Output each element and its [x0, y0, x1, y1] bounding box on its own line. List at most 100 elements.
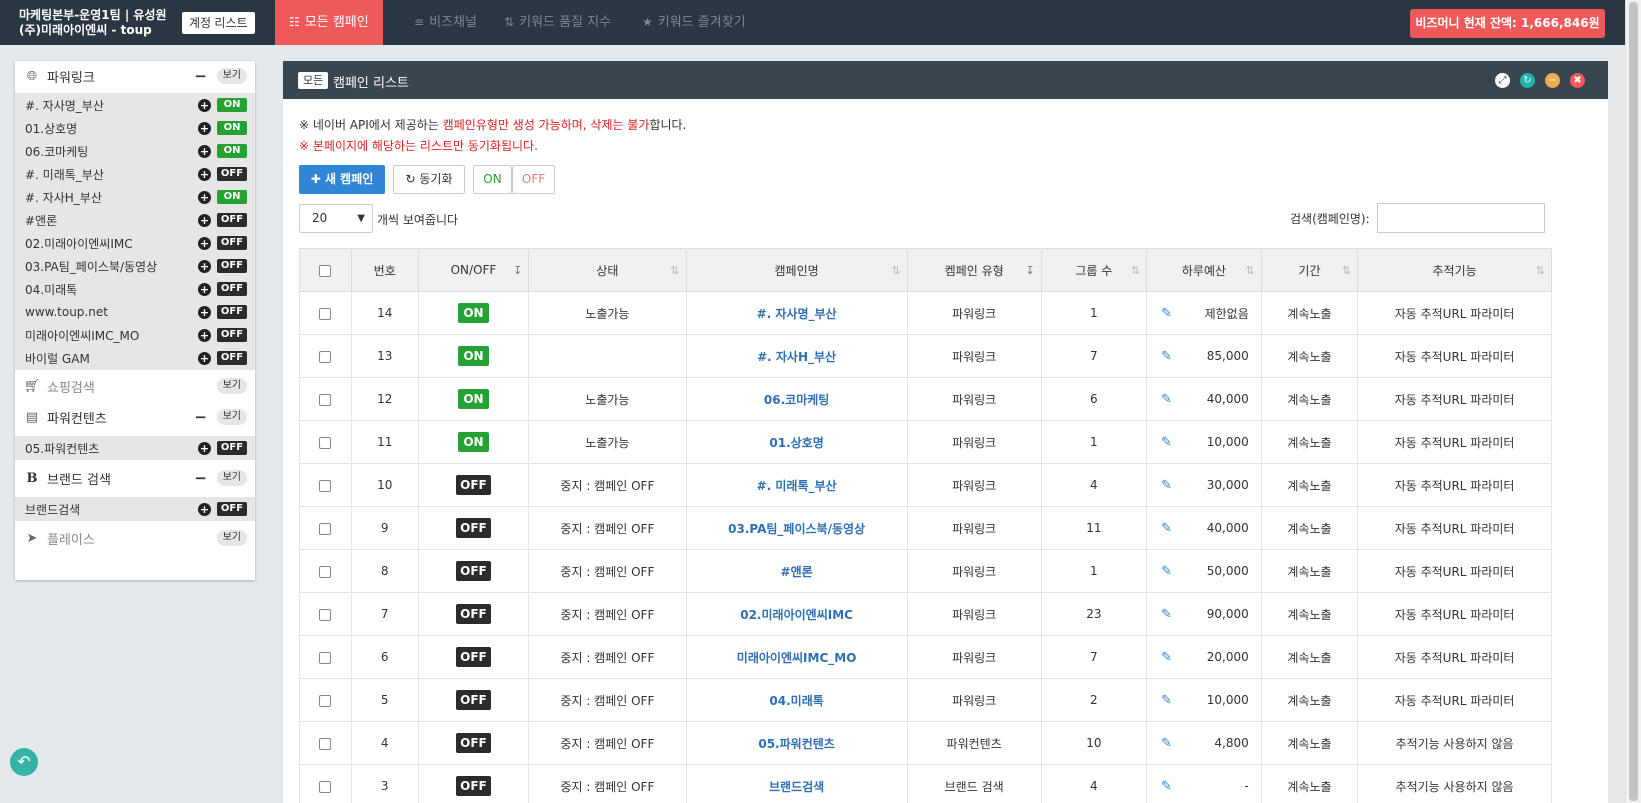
- off-toggle[interactable]: OFF: [217, 282, 247, 296]
- sidebar-campaign-item[interactable]: #. 자사명_부산 + ON: [15, 93, 255, 117]
- plus-circle-icon[interactable]: +: [198, 259, 211, 273]
- campaign-link[interactable]: 02.미래아이엔씨IMC: [740, 608, 853, 622]
- on-toggle[interactable]: ON: [217, 121, 247, 135]
- sidebar-campaign-item[interactable]: 브랜드검색 + OFF: [15, 497, 255, 521]
- column-header[interactable]: 기간 ⇅: [1260, 248, 1359, 292]
- sidebar-group-powercontents[interactable]: ▤ 파워컨텐츠 − 보기: [15, 402, 255, 432]
- off-toggle[interactable]: OFF: [217, 236, 247, 250]
- on-toggle[interactable]: ON: [457, 432, 489, 452]
- sidebar-campaign-item[interactable]: www.toup.net + OFF: [15, 300, 255, 324]
- off-toggle[interactable]: OFF: [217, 502, 247, 516]
- plus-circle-icon[interactable]: +: [198, 282, 211, 296]
- campaign-link[interactable]: 브랜드검색: [769, 780, 824, 794]
- sidebar-campaign-item[interactable]: #앤론 + OFF: [15, 208, 255, 232]
- bulk-off-button[interactable]: OFF: [512, 165, 555, 194]
- sidebar-campaign-item[interactable]: 01.상호명 + ON: [15, 116, 255, 140]
- edit-icon[interactable]: ✎: [1161, 478, 1172, 493]
- bulk-on-button[interactable]: ON: [473, 165, 512, 194]
- plus-circle-icon[interactable]: +: [198, 190, 211, 204]
- column-header[interactable]: 하루예산 ⇅: [1146, 248, 1262, 292]
- close-icon[interactable]: ✖: [1570, 73, 1585, 88]
- on-toggle[interactable]: ON: [457, 346, 489, 366]
- campaign-link[interactable]: #. 미래톡_부산: [757, 479, 837, 493]
- row-checkbox[interactable]: [319, 608, 332, 621]
- sync-button[interactable]: ↻ 동기화: [393, 165, 465, 194]
- row-checkbox[interactable]: [319, 307, 332, 320]
- plus-circle-icon[interactable]: +: [198, 502, 211, 516]
- tab-biz-channel[interactable]: ≡ 비즈채널: [400, 0, 491, 45]
- sort-icon[interactable]: ↧: [1025, 264, 1034, 277]
- sidebar-group-powerlink[interactable]: 🌐︎ 파워링크 − 보기: [15, 61, 255, 91]
- off-toggle[interactable]: OFF: [217, 305, 247, 319]
- row-checkbox[interactable]: [319, 350, 332, 363]
- edit-icon[interactable]: ✎: [1161, 736, 1172, 751]
- row-checkbox[interactable]: [319, 651, 332, 664]
- sidebar-campaign-item[interactable]: #. 미래톡_부산 + OFF: [15, 162, 255, 186]
- off-toggle[interactable]: OFF: [217, 167, 247, 181]
- new-campaign-button[interactable]: ✚ 새 캠페인: [299, 165, 385, 194]
- off-toggle[interactable]: OFF: [455, 776, 491, 796]
- sidebar-campaign-item[interactable]: #. 자사H_부산 + ON: [15, 185, 255, 209]
- sidebar-campaign-item[interactable]: 03.PA팀_페이스북/동영상 + OFF: [15, 254, 255, 278]
- plus-circle-icon[interactable]: +: [198, 236, 211, 250]
- sort-icon[interactable]: ⇅: [891, 264, 900, 277]
- row-checkbox[interactable]: [319, 436, 332, 449]
- off-toggle[interactable]: OFF: [217, 351, 247, 365]
- edit-icon[interactable]: ✎: [1161, 521, 1172, 536]
- row-checkbox[interactable]: [319, 694, 332, 707]
- row-checkbox[interactable]: [319, 737, 332, 750]
- edit-icon[interactable]: ✎: [1161, 693, 1172, 708]
- on-toggle[interactable]: ON: [457, 303, 489, 323]
- campaign-link[interactable]: 06.코마케팅: [764, 393, 829, 407]
- plus-circle-icon[interactable]: +: [198, 441, 211, 455]
- row-checkbox[interactable]: [319, 565, 332, 578]
- on-toggle[interactable]: ON: [217, 190, 247, 204]
- sidebar-campaign-item[interactable]: 04.미래톡 + OFF: [15, 277, 255, 301]
- plus-circle-icon[interactable]: +: [198, 351, 211, 365]
- expand-icon[interactable]: ⤢: [1495, 73, 1510, 88]
- collapse-icon[interactable]: −: [191, 408, 211, 426]
- tab-keyword-quality-index[interactable]: ⇅ 키워드 품질 지수: [490, 0, 625, 45]
- page-scrollbar[interactable]: [1625, 0, 1641, 803]
- column-header[interactable]: 캠페인명 ⇅: [685, 248, 908, 292]
- off-toggle[interactable]: OFF: [217, 328, 247, 342]
- sort-icon[interactable]: ⇅: [1246, 264, 1255, 277]
- sidebar-campaign-item[interactable]: 05.파워컨텐츠 + OFF: [15, 436, 255, 460]
- campaign-link[interactable]: #. 자사명_부산: [757, 307, 837, 321]
- scrollbar-thumb[interactable]: [1629, 2, 1638, 801]
- view-button[interactable]: 보기: [216, 68, 247, 84]
- sort-icon[interactable]: ⇅: [1536, 264, 1545, 277]
- column-header[interactable]: 켐페인 유형 ↧: [906, 248, 1042, 292]
- off-toggle[interactable]: OFF: [217, 441, 247, 455]
- campaign-link[interactable]: 04.미래톡: [769, 694, 823, 708]
- sidebar-group-shopping-search[interactable]: 🛒︎ 쇼핑검색 보기: [15, 371, 255, 401]
- view-button[interactable]: 보기: [216, 378, 247, 394]
- sidebar-group-place[interactable]: ➤ 플레이스 보기: [15, 523, 255, 553]
- column-header[interactable]: ON/OFF ↧: [417, 248, 530, 292]
- campaign-link[interactable]: 03.PA팀_페이스북/동영상: [728, 522, 865, 536]
- sort-icon[interactable]: ⇅: [670, 264, 679, 277]
- sidebar-group-brand-search[interactable]: B 브랜드 검색 − 보기: [15, 463, 255, 493]
- back-arrow-icon[interactable]: ↶: [10, 748, 38, 776]
- edit-icon[interactable]: ✎: [1161, 650, 1172, 665]
- off-toggle[interactable]: OFF: [217, 259, 247, 273]
- view-button[interactable]: 보기: [216, 409, 247, 425]
- off-toggle[interactable]: OFF: [455, 733, 491, 753]
- edit-icon[interactable]: ✎: [1161, 392, 1172, 407]
- sort-icon[interactable]: ⇅: [1131, 264, 1140, 277]
- plus-circle-icon[interactable]: +: [198, 167, 211, 181]
- campaign-link[interactable]: 01.상호명: [769, 436, 823, 450]
- edit-icon[interactable]: ✎: [1161, 607, 1172, 622]
- on-toggle[interactable]: ON: [217, 144, 247, 158]
- view-button[interactable]: 보기: [216, 470, 247, 486]
- tab-keyword-favorites[interactable]: ★ 키워드 즐겨찾기: [628, 0, 760, 45]
- on-toggle[interactable]: ON: [217, 98, 247, 112]
- on-toggle[interactable]: ON: [457, 389, 489, 409]
- off-toggle[interactable]: OFF: [455, 604, 491, 624]
- off-toggle[interactable]: OFF: [455, 475, 491, 495]
- edit-icon[interactable]: ✎: [1161, 306, 1172, 321]
- off-toggle[interactable]: OFF: [455, 518, 491, 538]
- sort-icon[interactable]: ↧: [513, 264, 522, 277]
- select-all-checkbox[interactable]: [319, 264, 332, 277]
- edit-icon[interactable]: ✎: [1161, 564, 1172, 579]
